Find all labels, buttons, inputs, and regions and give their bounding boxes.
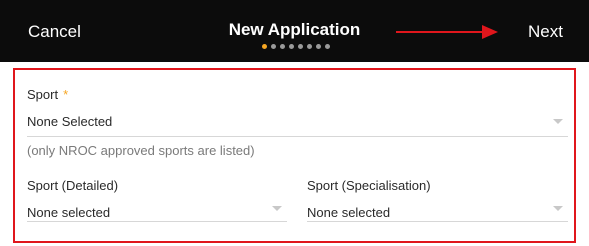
sport-specialisation-select-value: None selected — [307, 205, 391, 220]
sport-helper-text: (only NROC approved sports are listed) — [27, 143, 255, 158]
step-dot — [271, 44, 276, 49]
sport-detailed-select-value: None selected — [27, 205, 111, 220]
sport-label: Sport * — [27, 87, 68, 102]
annotation-arrow-icon — [396, 25, 498, 39]
sport-specialisation-select-underline — [307, 221, 568, 222]
step-dot — [280, 44, 285, 49]
step-dot — [307, 44, 312, 49]
chevron-down-icon — [553, 119, 563, 124]
next-button[interactable]: Next — [528, 22, 563, 42]
sport-select-value: None Selected — [27, 114, 113, 129]
sport-detailed-label: Sport (Detailed) — [27, 178, 119, 193]
sport-label-text: Sport — [27, 87, 59, 102]
header-bar: Cancel New Application Next — [0, 0, 589, 62]
chevron-down-icon — [553, 206, 563, 211]
sport-select-underline — [27, 136, 568, 137]
step-dot — [325, 44, 330, 49]
chevron-down-icon — [272, 206, 282, 211]
step-dot — [289, 44, 294, 49]
sport-specialisation-label: Sport (Specialisation) — [307, 178, 431, 193]
page-title: New Application — [228, 20, 361, 39]
sport-detailed-select-underline — [27, 221, 287, 222]
step-dot — [298, 44, 303, 49]
step-dot — [316, 44, 321, 49]
step-dot — [262, 44, 267, 49]
required-marker: * — [63, 87, 69, 102]
step-indicator — [262, 44, 330, 49]
